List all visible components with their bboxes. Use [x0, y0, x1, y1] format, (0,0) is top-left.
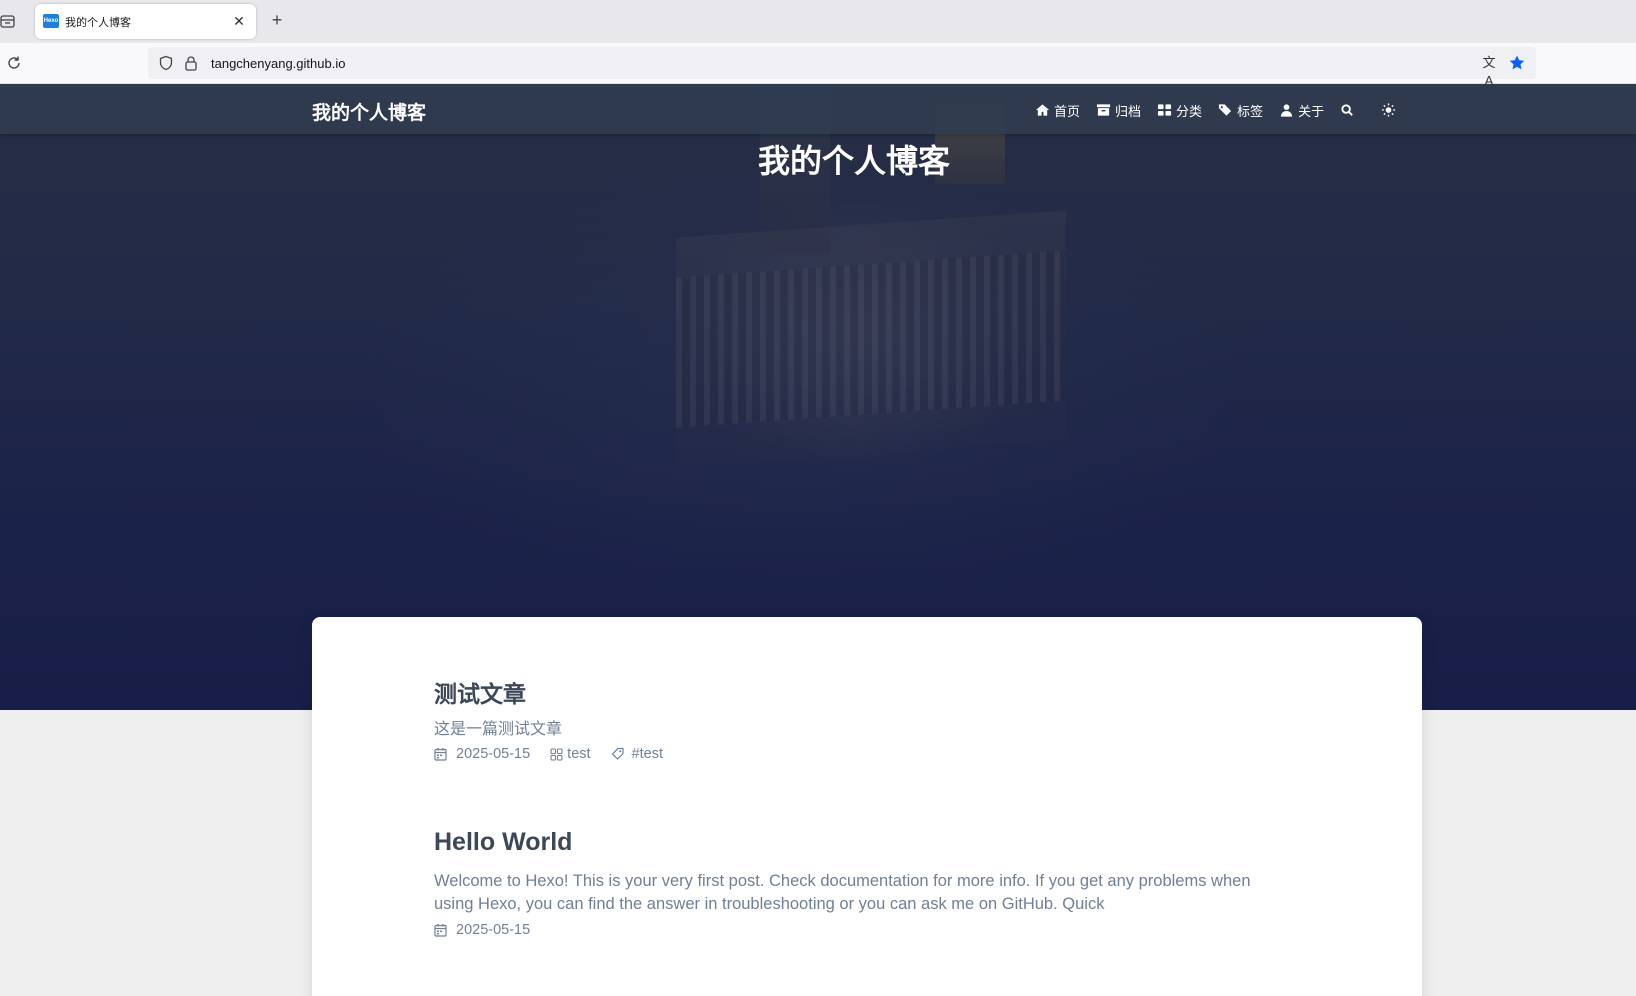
post-date: 2025-05-15: [434, 746, 530, 762]
tab-list-icon[interactable]: [0, 13, 16, 29]
sun-icon: [1382, 103, 1396, 117]
tags-icon: [1218, 104, 1232, 116]
shield-icon[interactable]: [158, 55, 174, 71]
browser-tab-active[interactable]: Hexo 我的个人博客 ✕: [35, 4, 256, 39]
search-button[interactable]: [1340, 100, 1359, 120]
tag-icon: [611, 747, 624, 760]
site-name-link[interactable]: 我的个人博客: [312, 98, 426, 125]
calendar-icon: [434, 924, 447, 937]
post-excerpt[interactable]: 这是一篇测试文章: [434, 717, 1294, 740]
category-icon: [550, 748, 563, 761]
post-date: 2025-05-15: [434, 922, 530, 938]
post-item: 测试文章 这是一篇测试文章 2025-05-15 test #test: [434, 675, 1294, 762]
menu-item-home[interactable]: 首页: [1035, 100, 1080, 120]
close-tab-icon[interactable]: ✕: [231, 13, 247, 29]
address-bar[interactable]: tangchenyang.github.io 文A: [148, 47, 1536, 88]
menu-item-categories[interactable]: 分类: [1157, 100, 1202, 120]
url-text[interactable]: tangchenyang.github.io: [211, 56, 345, 71]
post-title-link[interactable]: 测试文章: [434, 675, 1294, 708]
user-icon: [1280, 104, 1293, 117]
archive-icon: [1096, 104, 1111, 116]
site-menu: 首页 归档 分类 标签 关于: [1035, 100, 1416, 120]
menu-item-label: 关于: [1298, 104, 1325, 120]
lock-icon[interactable]: [184, 55, 198, 71]
post-meta: 2025-05-15: [434, 922, 1294, 938]
post-date-text: 2025-05-15: [456, 746, 531, 762]
reload-icon[interactable]: [5, 54, 23, 72]
menu-item-archive[interactable]: 归档: [1096, 100, 1141, 120]
post-date-text: 2025-05-15: [456, 922, 531, 938]
browser-tab-bar: Hexo 我的个人博客 ✕ +: [0, 0, 1636, 43]
categories-icon: [1157, 104, 1172, 116]
menu-item-label: 标签: [1237, 104, 1264, 120]
theme-toggle-button[interactable]: [1381, 100, 1400, 120]
post-category-text[interactable]: test: [567, 746, 590, 762]
site-navbar: 我的个人博客 首页 归档 分类 标签 关于: [0, 84, 1636, 134]
post-meta: 2025-05-15 test #test: [434, 746, 1294, 762]
post-tag[interactable]: #test: [611, 746, 663, 762]
menu-item-label: 分类: [1176, 104, 1203, 120]
browser-toolbar: tangchenyang.github.io 文A: [0, 43, 1636, 88]
post-list-card: 测试文章 这是一篇测试文章 2025-05-15 test #test Hell…: [312, 617, 1422, 996]
blog-page: 我的个人博客 我的个人博客 首页 归档 分类 标签 关于 测试文章 这是一篇测试…: [0, 84, 1636, 996]
translate-icon[interactable]: 文A: [1480, 54, 1498, 88]
menu-item-tags[interactable]: 标签: [1218, 100, 1263, 120]
menu-item-label: 首页: [1054, 104, 1081, 120]
search-icon: [1341, 104, 1353, 116]
menu-item-label: 归档: [1115, 104, 1142, 120]
calendar-icon: [434, 748, 447, 761]
tab-title: 我的个人博客: [65, 17, 131, 29]
post-title-link[interactable]: Hello World: [434, 828, 1294, 858]
post-item: Hello World Welcome to Hexo! This is you…: [434, 828, 1294, 938]
home-icon: [1035, 104, 1050, 116]
new-tab-icon[interactable]: +: [268, 11, 286, 29]
menu-item-about[interactable]: 关于: [1279, 100, 1324, 120]
post-excerpt[interactable]: Welcome to Hexo! This is your very first…: [434, 870, 1294, 916]
hero-title: 我的个人博客: [757, 142, 950, 180]
post-tag-text[interactable]: #test: [632, 746, 663, 762]
hexo-favicon-icon: Hexo: [43, 14, 59, 28]
bookmark-star-icon[interactable]: [1508, 54, 1526, 72]
post-category[interactable]: test: [550, 746, 591, 762]
